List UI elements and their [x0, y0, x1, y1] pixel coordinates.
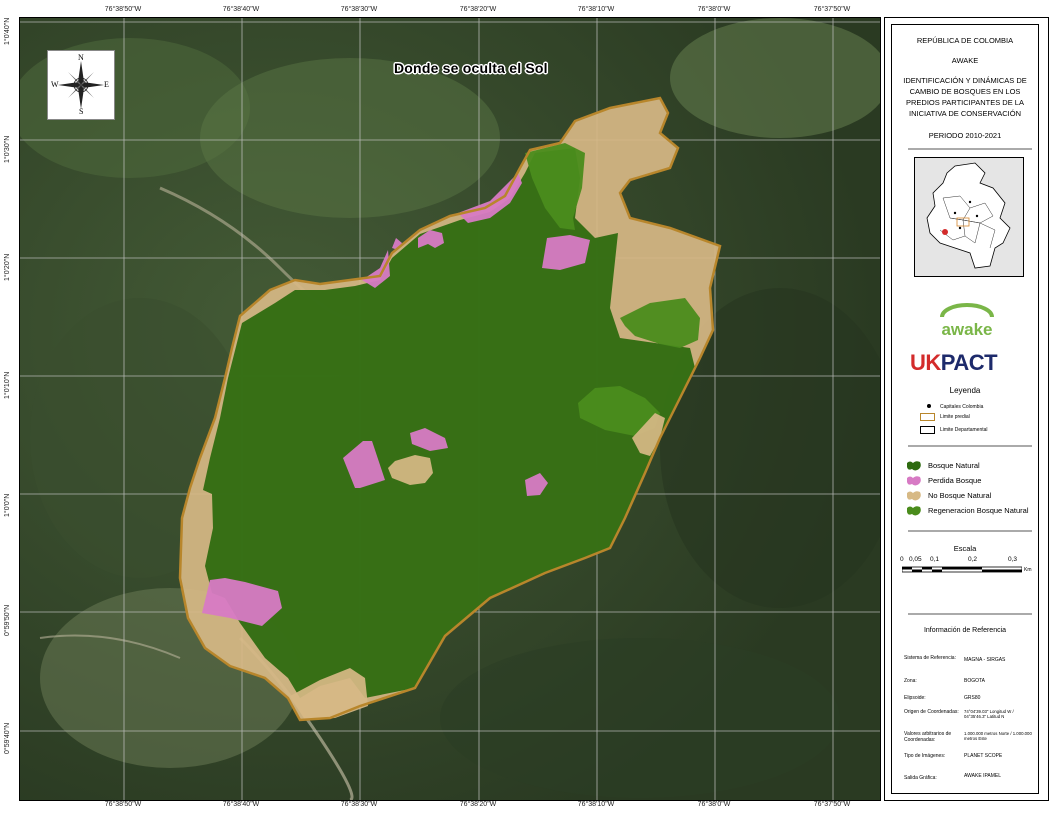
legend-label: No Bosque Natural — [928, 491, 992, 500]
ref-label: Elipsoide: — [904, 695, 926, 701]
top-coord-label: 76°38'0"W — [697, 6, 731, 13]
study-title-line: IDENTIFICACIÓN Y DINÁMICAS DE — [903, 76, 1027, 85]
compass-north-label: N — [78, 53, 84, 62]
period-label: PERIODO 2010-2021 — [928, 131, 1002, 140]
left-coord-label: 0°59'50"N — [4, 604, 11, 636]
top-coord-label: 76°38'40"W — [222, 6, 260, 13]
top-coord-label: 76°37'50"W — [813, 6, 851, 13]
separator — [908, 445, 1032, 447]
bottom-coord-label: 76°38'50"W — [104, 801, 142, 808]
scale-bar — [902, 566, 1022, 573]
ref-label: Zona: — [904, 678, 917, 684]
legend-blob-icon — [907, 506, 921, 516]
ref-value: MAGNA - SIRGAS — [964, 657, 1006, 663]
inset-map-colombia[interactable] — [914, 157, 1024, 277]
scale-tick-label: 0 — [900, 556, 904, 563]
bottom-coord-label: 76°38'0"W — [697, 801, 731, 808]
legend-blob-icon — [907, 461, 921, 471]
map-frame[interactable]: N S E W Donde se oculta el Sol — [19, 17, 881, 801]
awake-logo: awake — [940, 303, 994, 339]
scale-title: Escala — [953, 544, 977, 553]
bottom-coord-label: 76°38'30"W — [340, 801, 378, 808]
scale-unit: Km — [1024, 567, 1032, 573]
map-canvas[interactable] — [20, 18, 880, 800]
org-label: AWAKE — [951, 56, 979, 65]
legend-label: Bosque Natural — [928, 461, 980, 470]
study-title-line: INICIATIVA DE CONSERVACIÓN — [909, 109, 1021, 118]
top-coord-label: 76°38'10"W — [577, 6, 615, 13]
separator — [908, 148, 1032, 150]
ref-label: Tipo de Imágenes: — [904, 753, 946, 759]
compass-south-label: S — [79, 107, 84, 116]
info-panel: REPÚBLICA DE COLOMBIA AWAKE IDENTIFICACI… — [884, 17, 1049, 801]
study-title-line: CAMBIO DE BOSQUES EN LOS — [909, 87, 1021, 96]
terrain-patch — [200, 58, 500, 218]
ref-label: Salida Gráfica: — [904, 775, 937, 781]
ref-label: Sistema de Referencia: — [904, 655, 956, 661]
info-panel-inner: REPÚBLICA DE COLOMBIA AWAKE IDENTIFICACI… — [891, 24, 1039, 794]
study-title-line: PREDIOS PARTICIPANTES DE LA — [906, 98, 1024, 107]
legend-label: Regeneracion Bosque Natural — [928, 506, 1029, 515]
compass-west-label: W — [51, 80, 59, 89]
terrain-patch — [670, 18, 880, 138]
ref-value: 1.000.000 metros Norte / 1.000.000 metro… — [964, 731, 1032, 741]
scale-tick-label: 0,05 — [909, 556, 922, 563]
country-label: REPÚBLICA DE COLOMBIA — [916, 36, 1014, 45]
legend-blob-icon — [907, 476, 921, 486]
legend-title: Leyenda — [949, 386, 981, 395]
bottom-coord-label: 76°38'40"W — [222, 801, 260, 808]
north-arrow: N S E W — [47, 50, 115, 120]
capital-point-icon — [927, 404, 931, 408]
map-title: Donde se oculta el Sol — [394, 60, 548, 76]
legend-limite-predial: Limite predial — [940, 414, 970, 420]
left-coord-label: 1°0'0"N — [4, 493, 11, 517]
ref-value: 74°04'39.03" Longitud W / 04°35'46.3" La… — [964, 709, 1014, 719]
left-coord-label: 0°59'40"N — [4, 722, 11, 754]
ukpact-logo-pact: PACT — [940, 350, 998, 375]
ref-title: Información de Referencia — [923, 627, 1007, 634]
top-coord-label: 76°38'20"W — [459, 6, 497, 13]
separator — [908, 613, 1032, 615]
bottom-coord-label: 76°38'20"W — [459, 801, 497, 808]
left-coord-label: 1°0'40"N — [4, 17, 11, 45]
legend-blob-icon — [907, 491, 921, 501]
legend-limite-departamental-swatch — [920, 426, 935, 434]
ref-label: Origen de Coordenadas: — [904, 709, 959, 715]
scale-tick-label: 0,1 — [930, 556, 940, 563]
ukpact-logo: UKPACT — [910, 350, 998, 376]
awake-logo-text: awake — [941, 320, 992, 339]
compass-east-label: E — [104, 80, 109, 89]
bottom-coord-label: 76°37'50"W — [813, 801, 851, 808]
terrain-patch — [440, 638, 840, 798]
scale-tick-label: 0,3 — [1008, 556, 1018, 563]
scale-tick-label: 0,2 — [968, 556, 978, 563]
ref-value: AWAKE IPAMEL — [964, 773, 1002, 779]
legend-limite-predial-swatch — [920, 413, 935, 421]
ukpact-logo-uk: UK — [910, 350, 941, 375]
ref-value: BOGOTA — [964, 678, 986, 684]
legend-limite-departamental: Limite Departamental — [940, 427, 988, 433]
colombia-outline-icon — [926, 162, 1011, 269]
separator — [908, 530, 1032, 532]
top-coord-label: 76°38'30"W — [340, 6, 378, 13]
ref-value: GRS80 — [964, 695, 981, 701]
legend-capitales: Capitales Colombia — [940, 404, 984, 410]
ref-value: PLANET SCOPE — [964, 753, 1003, 759]
left-coord-label: 1°0'30"N — [4, 135, 11, 163]
top-coord-label: 76°38'50"W — [104, 6, 142, 13]
bottom-coord-label: 76°38'10"W — [577, 801, 615, 808]
left-coord-label: 1°0'10"N — [4, 371, 11, 399]
legend-label: Perdida Bosque — [928, 476, 982, 485]
left-coord-label: 1°0'20"N — [4, 253, 11, 281]
ref-label: Valores arbitrarios de Coordenadas: — [904, 731, 952, 743]
